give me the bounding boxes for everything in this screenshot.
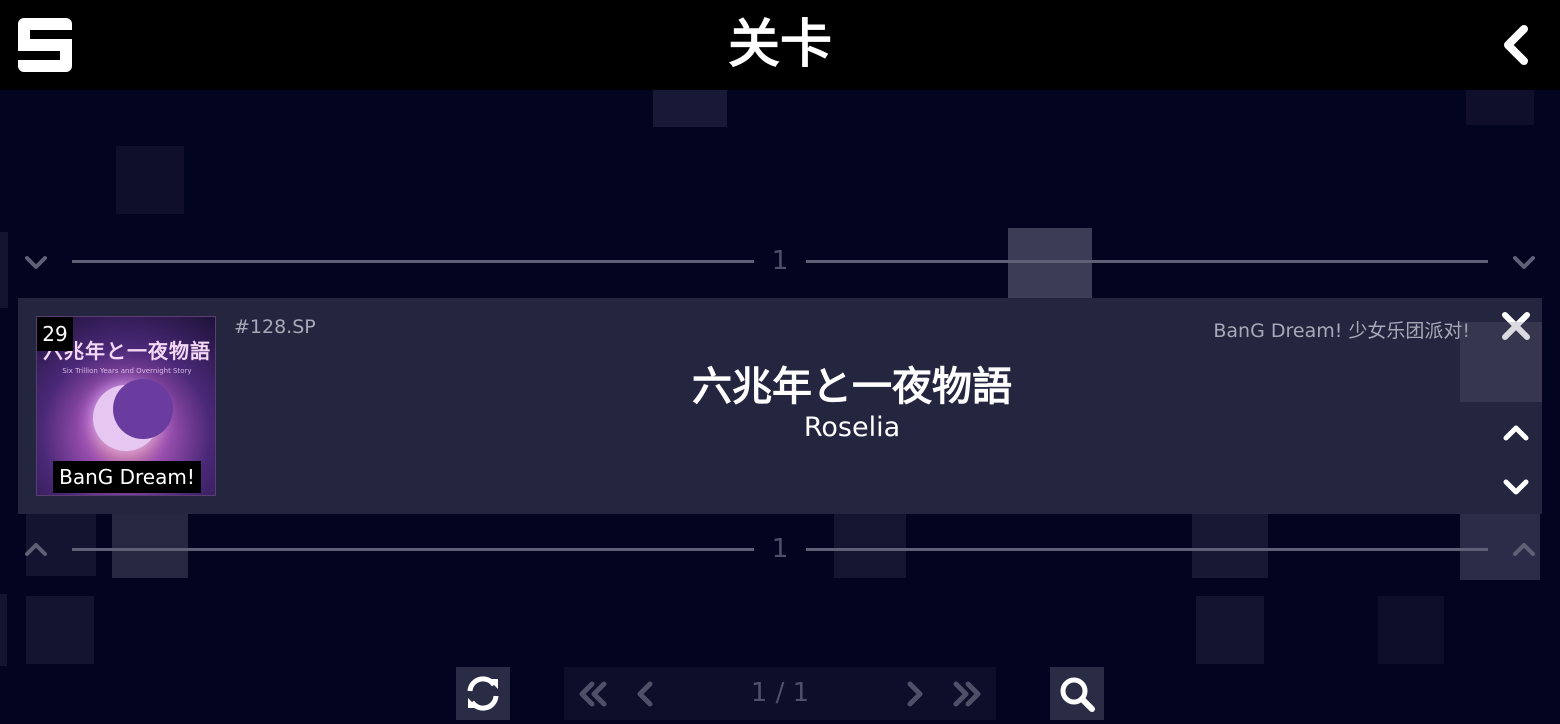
first-page-button[interactable] (570, 667, 614, 720)
chevron-left-icon (1504, 25, 1528, 65)
chevron-down-icon (25, 256, 47, 269)
page-indicator: 1 / 1 (750, 678, 810, 708)
collapse-button[interactable] (23, 249, 49, 275)
divider-line (806, 548, 1488, 551)
collapse-button[interactable] (1511, 249, 1537, 275)
section-divider-top: 1 (0, 241, 1560, 281)
last-page-button[interactable] (946, 667, 990, 720)
divider-line (72, 260, 754, 263)
back-button[interactable] (1496, 24, 1536, 66)
top-bar: 关卡 (0, 0, 1560, 90)
double-chevron-right-icon (953, 681, 981, 707)
move-down-button[interactable] (1496, 466, 1536, 506)
background-tile (1196, 596, 1264, 664)
chevron-up-icon (25, 543, 47, 556)
expand-button[interactable] (23, 537, 49, 563)
background-tile (1378, 596, 1444, 664)
background-tile (116, 146, 184, 214)
level-number-badge: 29 (37, 317, 73, 351)
background-tile (0, 594, 7, 666)
double-chevron-left-icon (579, 681, 607, 707)
source-badge: BanG Dream! (53, 461, 201, 493)
chevron-right-icon (907, 681, 923, 707)
next-page-button[interactable] (894, 667, 934, 720)
expand-button[interactable] (1511, 537, 1537, 563)
refresh-icon (467, 676, 499, 711)
previous-page-button[interactable] (626, 667, 666, 720)
background-tile (1466, 90, 1534, 125)
song-title: 六兆年と一夜物語 (692, 364, 1012, 410)
divider-line (72, 548, 754, 551)
refresh-button[interactable] (456, 667, 510, 720)
background-tile (26, 596, 94, 664)
chevron-down-icon (1503, 479, 1529, 495)
song-artist: Roselia (803, 412, 901, 443)
search-icon (1060, 677, 1095, 712)
chevron-left-icon (637, 681, 653, 707)
level-card[interactable]: 六兆年と一夜物語 Six Trillion Years and Overnigh… (18, 298, 1542, 514)
level-pack: BanG Dream! 少女乐团派对! (1213, 320, 1470, 342)
move-up-button[interactable] (1496, 414, 1536, 454)
background-tile (1460, 322, 1542, 402)
level-id: #128.SP (234, 316, 316, 338)
divider-line (806, 260, 1488, 263)
search-button[interactable] (1050, 667, 1104, 720)
background-tile (653, 90, 727, 127)
chevron-up-icon (1513, 543, 1535, 556)
chevron-up-icon (1503, 425, 1529, 441)
chevron-down-icon (1513, 256, 1535, 269)
section-divider-bottom: 1 (0, 529, 1560, 569)
page-title: 关卡 (727, 15, 832, 75)
